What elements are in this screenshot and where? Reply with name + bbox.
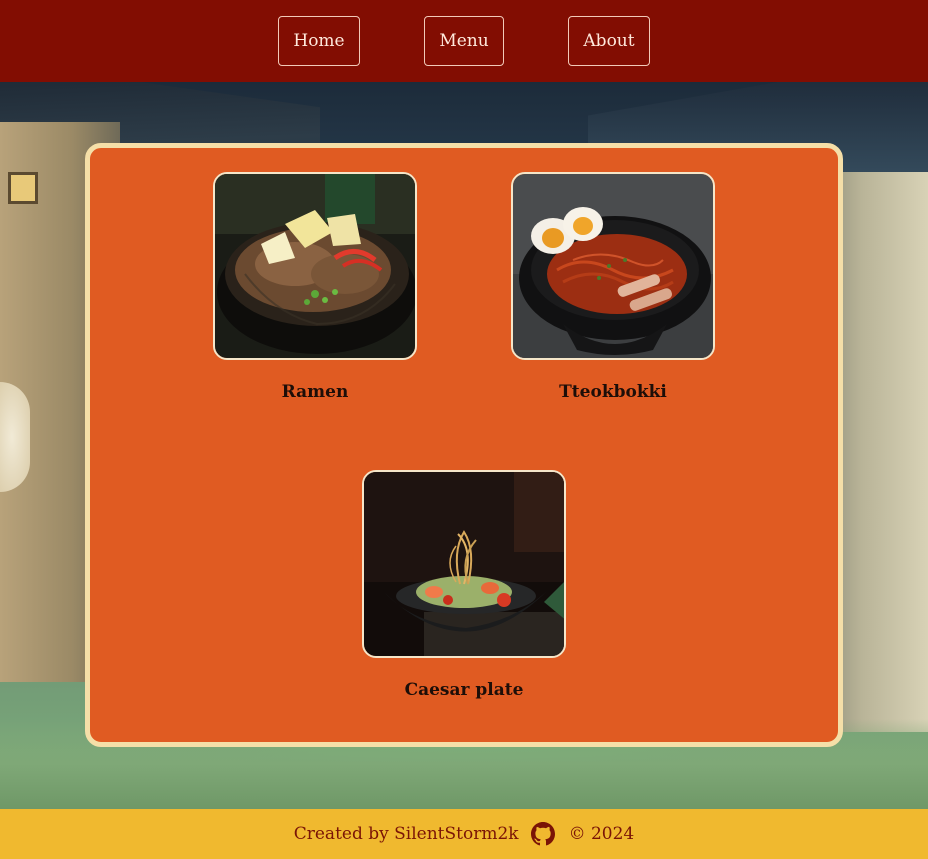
dish-ramen[interactable]: Ramen xyxy=(213,172,417,402)
github-icon[interactable] xyxy=(530,822,555,846)
nav-about-button[interactable]: About xyxy=(568,16,650,66)
background-lantern xyxy=(0,382,30,492)
footer: Created by SilentStorm2k © 2024 xyxy=(0,809,928,859)
nav-menu-button[interactable]: Menu xyxy=(424,16,504,66)
dish-name: Caesar plate xyxy=(404,680,524,700)
menu-card: Ramen Tteokbokki Caesar plate xyxy=(85,143,843,747)
dish-caesar-plate[interactable]: Caesar plate xyxy=(362,470,566,700)
copyright-text: © 2024 xyxy=(568,824,635,844)
created-by-link[interactable]: Created by SilentStorm2k xyxy=(294,824,519,844)
dish-name: Tteokbokki xyxy=(559,382,667,402)
top-nav-bar: Home Menu About xyxy=(0,0,928,82)
dish-name: Ramen xyxy=(281,382,349,402)
caesar-plate-photo[interactable] xyxy=(362,470,566,658)
tteokbokki-photo[interactable] xyxy=(511,172,715,360)
background-window xyxy=(8,172,38,204)
nav-home-button[interactable]: Home xyxy=(278,16,360,66)
ramen-photo[interactable] xyxy=(213,172,417,360)
dish-tteokbokki[interactable]: Tteokbokki xyxy=(511,172,715,402)
